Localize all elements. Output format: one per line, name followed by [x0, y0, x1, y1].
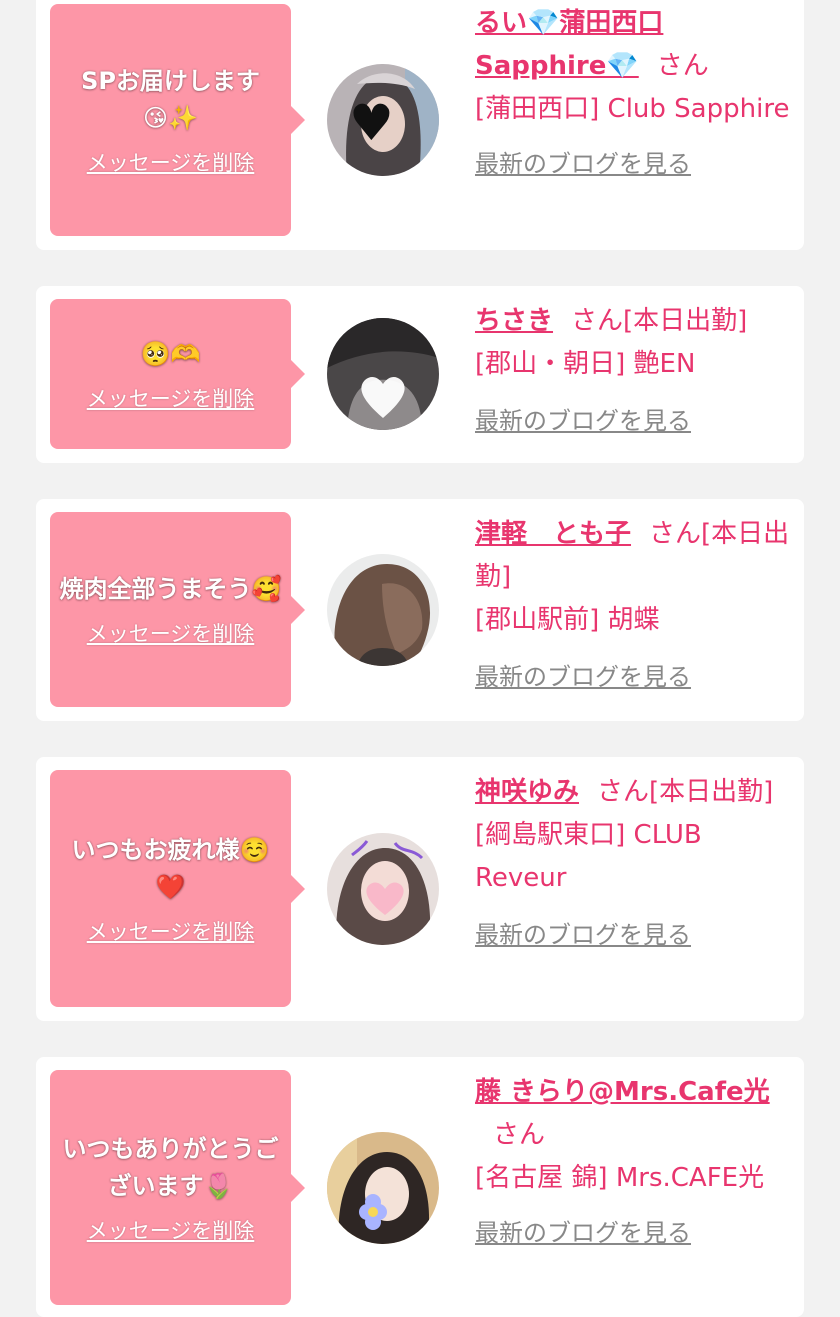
message-text: 🥺🫶 — [140, 339, 201, 368]
name-row: 津軽 とも子 さん[本日出勤] — [475, 513, 790, 599]
message-bubble: SPお届けします😘✨ メッセージを削除 — [50, 4, 305, 236]
delete-message-link[interactable]: メッセージを削除 — [87, 618, 255, 648]
profile-name-link[interactable]: 津軽 とも子 — [475, 519, 631, 549]
shop-name: [蒲田西口] Club Sapphire — [475, 94, 790, 124]
profile-name-link[interactable]: 神咲ゆみ — [475, 777, 579, 807]
name-suffix: さん — [493, 1120, 546, 1150]
profile-name-link[interactable]: 藤 きらり@Mrs.Cafe光 — [475, 1077, 770, 1107]
message-bubble: いつもお疲れ様☺️❤️ メッセージを削除 — [50, 770, 305, 1007]
black-heart-icon: ♥ — [349, 94, 394, 152]
name-row: 藤 きらり@Mrs.Cafe光さん — [475, 1071, 790, 1157]
profile-info: るい💎蒲田西口Sapphire💎 さん [蒲田西口] Club Sapphire … — [475, 2, 790, 186]
profile-info: 神咲ゆみ さん[本日出勤] [綱島駅東口] CLUB Reveur 最新のブログを… — [475, 771, 790, 957]
profile-info: ちさき さん[本日出勤] [郡山・朝日] 艶EN 最新のブログを見る — [475, 300, 790, 443]
blog-link[interactable]: 最新のブログを見る — [475, 914, 790, 957]
name-row: ちさき さん[本日出勤] — [475, 300, 790, 343]
profile-info: 津軽 とも子 さん[本日出勤] [郡山駅前] 胡蝶 最新のブログを見る — [475, 513, 790, 699]
message-card: 焼肉全部うまそう🥰 メッセージを削除 津軽 とも子 さん[本日出勤] [郡山駅前]… — [36, 499, 804, 721]
blog-link[interactable]: 最新のブログを見る — [475, 1212, 790, 1255]
name-suffix: さん — [656, 51, 709, 81]
shop-name: [郡山駅前] 胡蝶 — [475, 605, 660, 635]
message-text: 焼肉全部うまそう🥰 — [59, 575, 282, 603]
avatar[interactable] — [327, 1132, 439, 1244]
delete-message-link[interactable]: メッセージを削除 — [87, 1215, 255, 1245]
name-suffix: さん[本日出勤] — [571, 306, 748, 336]
blog-link[interactable]: 最新のブログを見る — [475, 400, 790, 443]
message-bubble: 焼肉全部うまそう🥰 メッセージを削除 — [50, 512, 305, 707]
profile-info: 藤 きらり@Mrs.Cafe光さん [名古屋 錦] Mrs.CAFE光 最新のブ… — [475, 1071, 790, 1255]
name-suffix: さん[本日出勤] — [597, 777, 774, 807]
message-card: 🥺🫶 メッセージを削除 ちさき さん[本日出勤] [郡山・朝日] 艶EN 最新のブ… — [36, 286, 804, 463]
avatar[interactable] — [327, 318, 439, 430]
name-row: るい💎蒲田西口Sapphire💎 さん — [475, 2, 790, 88]
message-bubble: いつもありがとうございます🌷 メッセージを削除 — [50, 1070, 305, 1305]
profile-name-link[interactable]: ちさき — [475, 306, 553, 336]
message-card: いつもありがとうございます🌷 メッセージを削除 藤 きらり@Mrs.Cafe光さ… — [36, 1057, 804, 1317]
blog-link[interactable]: 最新のブログを見る — [475, 656, 790, 699]
delete-message-link[interactable]: メッセージを削除 — [87, 383, 255, 413]
message-text: SPお届けします😘✨ — [81, 67, 260, 132]
avatar[interactable]: ♥ — [327, 64, 439, 176]
avatar[interactable] — [327, 554, 439, 666]
message-card: SPお届けします😘✨ メッセージを削除 ♥ るい💎蒲田西口Sapphire💎 さん… — [36, 0, 804, 250]
name-row: 神咲ゆみ さん[本日出勤] — [475, 771, 790, 814]
delete-message-link[interactable]: メッセージを削除 — [87, 916, 255, 946]
delete-message-link[interactable]: メッセージを削除 — [87, 147, 255, 177]
message-text: いつもありがとうございます🌷 — [62, 1134, 279, 1200]
message-bubble: 🥺🫶 メッセージを削除 — [50, 299, 305, 449]
shop-name: [郡山・朝日] 艶EN — [475, 349, 696, 379]
message-card: いつもお疲れ様☺️❤️ メッセージを削除 神咲ゆみ さん[本日出勤] [綱島駅東口… — [36, 757, 804, 1021]
avatar[interactable] — [327, 833, 439, 945]
shop-name: [綱島駅東口] CLUB Reveur — [475, 820, 702, 893]
shop-name: [名古屋 錦] Mrs.CAFE光 — [475, 1163, 765, 1193]
profile-name-link[interactable]: るい💎蒲田西口Sapphire💎 — [475, 8, 663, 81]
message-text: いつもお疲れ様☺️❤️ — [71, 835, 270, 901]
blog-link[interactable]: 最新のブログを見る — [475, 143, 790, 186]
